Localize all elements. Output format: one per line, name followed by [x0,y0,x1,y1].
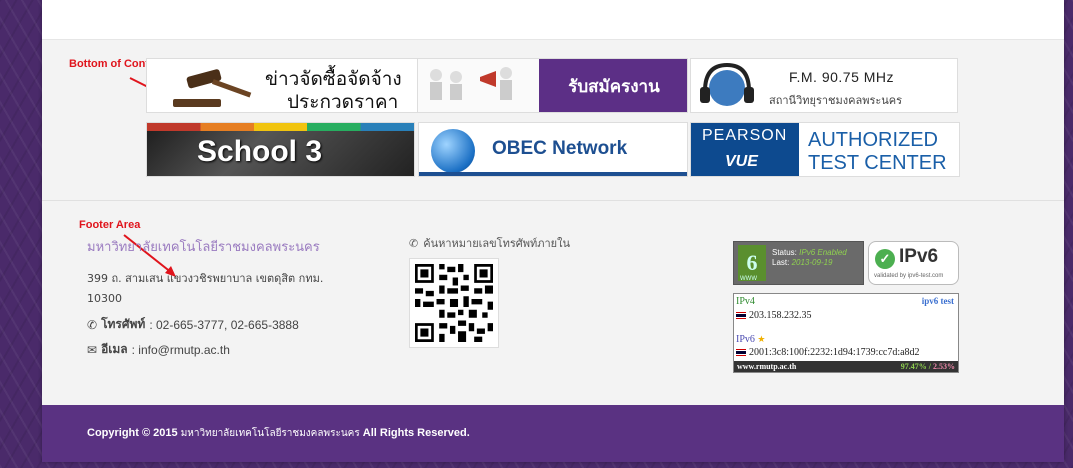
pearson-authorized: AUTHORIZED [808,129,938,151]
school3-label: School 3 [197,135,323,168]
phone-search-column: ✆ ค้นหาหมายเลขโทรศัพท์ภายใน [409,234,570,348]
people-megaphone-icon [418,59,539,112]
ip-percentages: 97.47% / 2.53% [900,362,955,371]
ipv6-validated-sub: validated by ipv6-test.com [874,273,944,279]
obec-bar [419,172,687,176]
banner-area: Bottom of Content ข่าวจัดซื้อจัดจ้าง ประ… [42,40,1064,200]
radio-banner[interactable]: F.M. 90.75 MHz สถานีวิทยุราชมงคลพระนคร [690,58,958,113]
ipv6-validated-badge[interactable]: ✓ IPv6 validated by ipv6-test.com [868,241,959,285]
email-row: ✉ อีเมล : info@rmutp.ac.th [87,340,367,359]
check-icon: ✓ [875,249,895,269]
address-line2: 10300 [87,292,122,305]
phone-icon: ✆ [409,236,419,250]
obec-banner[interactable]: OBEC Network [418,122,688,177]
ipv6-address-row: 2001:3c8:100f:2232:1d94:1739:cc7d:a8d2 [736,347,956,358]
ip-info-box: IPv4 ipv6 test 203.158.232.35 IPv6 ★ 200… [733,293,959,373]
phone-search-link[interactable]: ✆ ค้นหาหมายเลขโทรศัพท์ภายใน [409,234,570,252]
contact-column: มหาวิทยาลัยเทคโนโลยีราชมงคลพระนคร 399 ถ.… [87,236,367,359]
ipv6-badge-footer: WWW [740,276,757,282]
ipv6-validated-title: IPv6 [899,246,939,267]
ip-stats-bar: www.rmutp.ac.th 97.47% / 2.53% [734,361,958,372]
procurement-banner[interactable]: ข่าวจัดซื้อจัดจ้าง ประกวดราคา [146,58,457,113]
radio-frequency: F.M. 90.75 MHz [789,69,895,85]
qr-code[interactable] [409,258,499,348]
pearson-brand: PEARSON [702,127,788,144]
recruitment-label: รับสมัครงาน [539,59,687,112]
qr-code-image [415,264,493,342]
ipv6-address: 2001:3c8:100f:2232:1d94:1739:cc7d:a8d2 [749,347,920,358]
phone-row: ✆ โทรศัพท์ : 02-665-3777, 02-665-3888 [87,315,367,334]
envelope-icon: ✉ [87,342,98,357]
page-container: Bottom of Content ข่าวจัดซื้อจัดจ้าง ประ… [42,0,1064,462]
copyright-prefix: Copyright © 2015 [87,427,178,439]
ipv4-address: 203.158.232.35 [749,310,812,321]
footer: Footer Area มหาวิทยาลัยเทคโนโลยีราชมงคลพ… [42,200,1064,405]
ipv4-label: IPv4 [736,296,755,307]
thailand-flag-icon [736,312,746,319]
ipv6-row: IPv6 ★ 2001:3c8:100f:2232:1d94:1739:cc7d… [736,334,956,358]
ipv4-row: IPv4 ipv6 test 203.158.232.35 [736,296,956,332]
radio-station: สถานีวิทยุราชมงคลพระนคร [769,94,903,107]
copyright-bar: Copyright © 2015 มหาวิทยาลัยเทคโนโลยีราช… [42,405,1064,462]
phone-value: : 02-665-3777, 02-665-3888 [149,317,299,332]
thailand-flag-icon [736,349,746,356]
university-name[interactable]: มหาวิทยาลัยเทคโนโลยีราชมงคลพระนคร [87,236,367,257]
ipv6-status-badge[interactable]: 6 Status: IPv6 Enabled Last: 2013-09-19 … [733,241,864,285]
procurement-line2: ประกวดราคา [287,91,399,113]
ipv6-test-link[interactable]: ipv6 test [922,296,954,306]
recruitment-banner[interactable]: รับสมัครงาน [417,58,688,113]
phone-label: โทรศัพท์ [101,317,146,331]
copyright-suffix: All Rights Reserved. [362,427,470,439]
site-domain: www.rmutp.ac.th [737,362,797,371]
ipv6-status: Status: IPv6 Enabled [772,248,847,257]
annotation-footer-area: Footer Area [79,219,141,231]
ipv6-label: IPv6 [736,334,755,345]
star-icon: ★ [757,334,766,344]
gavel-icon [173,69,252,107]
ipv6-last: Last: 2013-09-19 [772,258,833,267]
copyright-org: มหาวิทยาลัยเทคโนโลยีราชมงคลพระนคร [180,428,360,439]
globe-icon [431,129,475,173]
pearson-test-center: TEST CENTER [808,152,947,174]
address-line1: 399 ถ. สามเสน แขวงวชิรพยาบาล เขตดุสิต กท… [87,272,324,285]
content-top [42,0,1064,40]
email-value[interactable]: : info@rmutp.ac.th [132,343,230,357]
phone-search-label: ค้นหาหมายเลขโทรศัพท์ภายใน [423,237,570,250]
ipv4-address-row: 203.158.232.35 [736,310,812,321]
school3-stripes [147,123,414,131]
pearson-vue: VUE [725,153,758,170]
school3-banner[interactable]: School 3 [146,122,415,177]
phone-icon: ✆ [87,317,98,332]
headphones-icon [700,62,754,106]
obec-label: OBEC Network [492,138,628,159]
pearson-banner[interactable]: PEARSON VUE AUTHORIZED TEST CENTER [690,122,960,177]
email-label: อีเมล [101,342,128,356]
pearson-logo: PEARSON VUE [691,123,799,176]
